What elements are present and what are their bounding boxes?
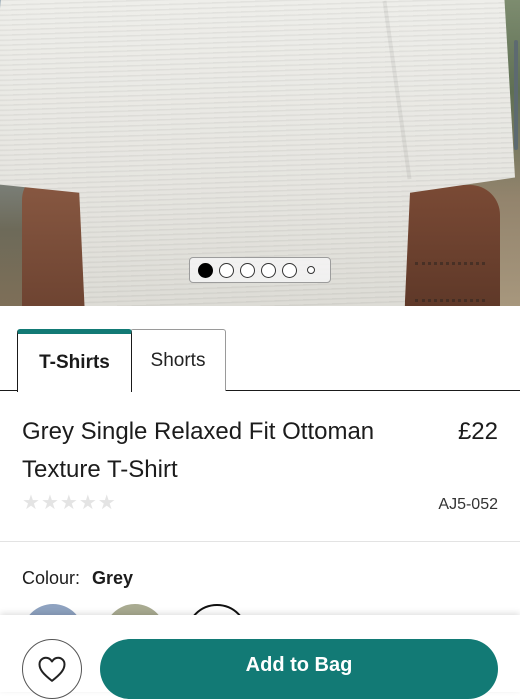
carousel-dot[interactable] xyxy=(240,262,255,278)
carousel-dots xyxy=(189,257,331,283)
product-sku: AJ5-052 xyxy=(438,496,498,513)
divider xyxy=(0,541,520,542)
star-icon: ★ xyxy=(22,490,40,514)
tab-t-shirts[interactable]: T-Shirts xyxy=(17,329,132,392)
star-icon: ★ xyxy=(40,490,59,514)
carousel-dot[interactable] xyxy=(198,262,213,278)
carousel-dot-more[interactable] xyxy=(307,266,315,274)
product-image[interactable] xyxy=(0,0,520,306)
heart-icon xyxy=(38,656,66,682)
star-icon: ★ xyxy=(78,490,97,514)
product-tabs: T-Shirts Shorts xyxy=(0,328,520,392)
model-tattoo xyxy=(415,262,485,302)
wishlist-button[interactable] xyxy=(22,639,82,699)
colour-value: Grey xyxy=(92,568,134,588)
scroll-indicator xyxy=(514,40,518,150)
rating-stars[interactable]: ★ ★ ★ ★ ★ xyxy=(22,492,116,512)
carousel-dot[interactable] xyxy=(282,262,297,278)
bottom-action-bar: Add to Bag xyxy=(0,615,520,699)
star-icon: ★ xyxy=(59,490,78,514)
carousel-dot[interactable] xyxy=(261,262,276,278)
star-icon: ★ xyxy=(97,490,116,514)
add-to-bag-button[interactable]: Add to Bag xyxy=(100,639,498,699)
tab-shorts[interactable]: Shorts xyxy=(130,329,226,391)
product-price: £22 xyxy=(457,418,498,445)
colour-label: Colour: xyxy=(22,568,81,588)
product-title: Grey Single Relaxed Fit Ottoman Texture … xyxy=(22,418,375,483)
colour-selector-label: Colour: Grey xyxy=(22,568,133,589)
carousel-dot[interactable] xyxy=(219,262,234,278)
